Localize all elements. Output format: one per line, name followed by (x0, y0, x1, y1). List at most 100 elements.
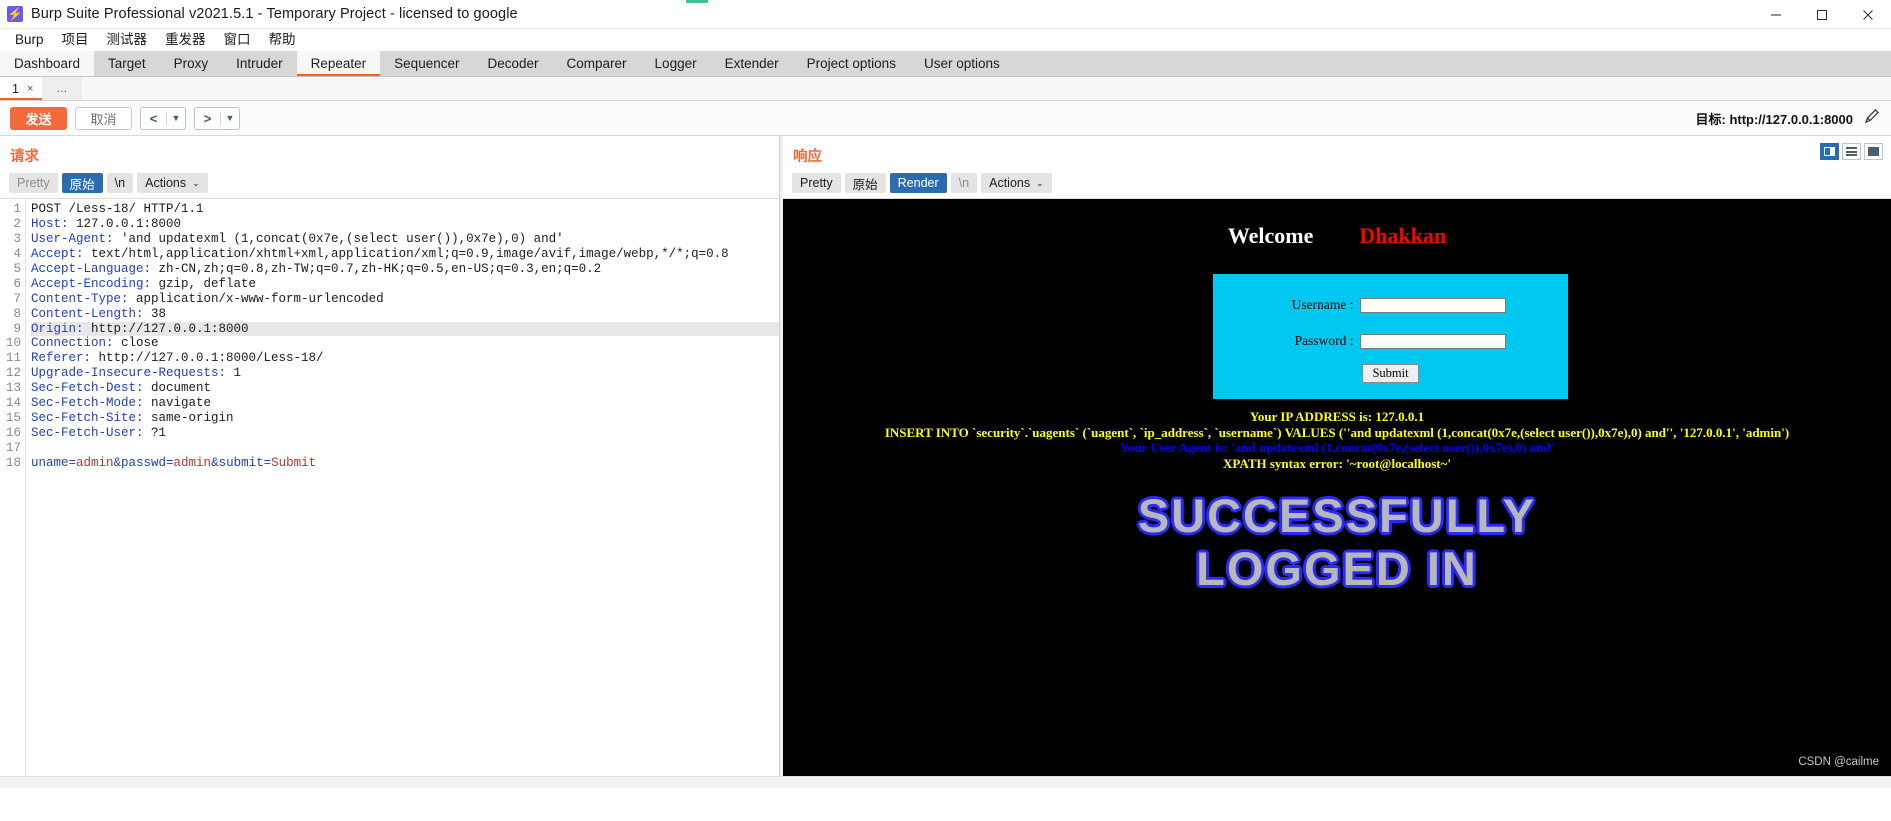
request-line[interactable]: Accept-Language: zh-CN,zh;q=0.8,zh-TW;q=… (31, 262, 779, 277)
previous-request-button[interactable]: < ▼ (140, 106, 186, 130)
tab-comparer[interactable]: Comparer (552, 51, 641, 76)
header-value: ?1 (143, 426, 167, 441)
header-value: 'and updatexml (1,concat(0x7e,(select us… (113, 231, 564, 246)
burp-logo-icon: ⚡ (7, 6, 23, 22)
sql-output-line: XPATH syntax error: '~root@localhost~' (1223, 455, 1451, 471)
tab-project-options[interactable]: Project options (792, 51, 910, 76)
request-line[interactable]: Sec-Fetch-Mode: navigate (31, 396, 779, 411)
request-code[interactable]: POST /Less-18/ HTTP/1.1 Host: 127.0.0.1:8… (26, 199, 779, 776)
welcome-username: Dhakkan (1359, 223, 1447, 248)
chevron-down-icon[interactable]: ▼ (167, 108, 185, 129)
response-raw-button[interactable]: 原始 (844, 173, 886, 193)
request-line[interactable]: Sec-Fetch-Site: same-origin (31, 411, 779, 426)
pencil-icon[interactable] (1863, 107, 1881, 130)
request-line[interactable]: User-Agent: 'and updatexml (1,concat(0x7… (31, 232, 779, 247)
tab-user-options[interactable]: User options (909, 51, 1014, 76)
request-line[interactable]: Referer: http://127.0.0.1:8000/Less-18/ (31, 351, 779, 366)
tab-sequencer[interactable]: Sequencer (380, 51, 474, 76)
maximize-button[interactable] (1799, 0, 1845, 29)
menu-item-help[interactable]: 帮助 (260, 29, 305, 51)
request-line[interactable] (31, 441, 779, 456)
body-token: uname= (31, 455, 77, 470)
request-line[interactable]: Accept-Encoding: gzip, deflate (31, 277, 779, 292)
request-editor[interactable]: 1 2 3 4 5 6 7 8 9 10 11 12 13 14 15 16 17 18 POST /Less-1… (0, 198, 779, 776)
split-horizontal-view-button[interactable] (1842, 143, 1861, 160)
submit-button[interactable]: Submit (1362, 364, 1419, 383)
menu-item-intruder[interactable]: 测试器 (98, 29, 157, 51)
request-line[interactable]: POST /Less-18/ HTTP/1.1 (31, 202, 779, 217)
request-line[interactable]: Sec-Fetch-Dest: document (31, 381, 779, 396)
request-actions-label: Actions (145, 176, 187, 190)
request-pretty-button[interactable]: Pretty (9, 173, 58, 193)
tab-logger[interactable]: Logger (640, 51, 711, 76)
tab-proxy[interactable]: Proxy (159, 51, 223, 76)
chevron-left-icon[interactable]: < (141, 108, 166, 129)
add-repeater-tab-button[interactable]: … (42, 77, 83, 100)
line-number: 6 (13, 276, 21, 291)
close-icon[interactable]: × (27, 83, 33, 95)
header-name: Sec-Fetch-User: (31, 426, 144, 441)
single-pane-view-button[interactable] (1864, 143, 1883, 160)
split-vertical-view-button[interactable] (1820, 143, 1839, 160)
response-newline-button[interactable]: \n (950, 173, 978, 193)
bottom-strip (0, 776, 1891, 788)
chevron-right-icon[interactable]: > (195, 108, 220, 129)
request-line[interactable]: Origin: http://127.0.0.1:8000 (31, 321, 779, 337)
password-label: Password : (1294, 333, 1354, 348)
header-name: Sec-Fetch-Mode: (31, 396, 144, 411)
target-label: 目标: http://127.0.0.1:8000 (1695, 111, 1854, 127)
tab-decoder[interactable]: Decoder (473, 51, 553, 76)
request-line[interactable]: Accept: text/html,application/xhtml+xml,… (31, 247, 779, 262)
request-line[interactable]: Host: 127.0.0.1:8000 (31, 217, 779, 232)
tab-intruder[interactable]: Intruder (222, 51, 297, 76)
line-number: 17 (5, 441, 21, 455)
send-button[interactable]: 发送 (10, 106, 67, 130)
tab-target[interactable]: Target (94, 51, 160, 76)
close-button[interactable] (1845, 0, 1891, 29)
body-token: Submit (271, 455, 317, 470)
line-number: 3 (13, 231, 21, 246)
menu-item-repeater[interactable]: 重发器 (156, 29, 215, 51)
body-token: &passwd= (113, 455, 174, 470)
request-line[interactable]: Sec-Fetch-User: ?1 (31, 426, 779, 441)
next-request-button[interactable]: > ▼ (194, 106, 240, 130)
request-actions-button[interactable]: Actions ⌄ (137, 173, 208, 193)
password-input[interactable] (1359, 333, 1506, 349)
rendered-response[interactable]: Welcome Dhakkan Username : Password : Su… (783, 198, 1891, 776)
tab-dashboard[interactable]: Dashboard (0, 51, 95, 76)
username-input[interactable] (1359, 297, 1506, 313)
request-line[interactable]: Content-Length: 38 (31, 307, 779, 322)
cancel-button[interactable]: 取消 (75, 106, 132, 130)
chevron-down-icon[interactable]: ▼ (221, 108, 239, 129)
line-number: 4 (13, 246, 21, 261)
request-raw-button[interactable]: 原始 (61, 173, 103, 193)
username-row: Username : (1213, 297, 1568, 313)
menu-item-burp[interactable]: Burp (6, 29, 53, 51)
response-actions-button[interactable]: Actions ⌄ (981, 173, 1052, 193)
response-view-segments: Pretty 原始 Render \n Actions ⌄ (783, 170, 1891, 198)
body-token: &submit= (211, 455, 272, 470)
password-row: Password : (1213, 333, 1568, 349)
request-line[interactable]: uname=admin&passwd=admin&submit=Submit (31, 456, 779, 471)
username-label: Username : (1291, 297, 1354, 312)
request-line[interactable]: Content-Type: application/x-www-form-url… (31, 292, 779, 307)
request-newline-button[interactable]: \n (106, 173, 134, 193)
menu-item-project[interactable]: 项目 (53, 29, 98, 51)
response-pretty-button[interactable]: Pretty (792, 173, 841, 193)
tab-repeater[interactable]: Repeater (296, 51, 381, 76)
watermark: CSDN @cailme (1798, 756, 1879, 768)
header-name: Content-Type: (31, 291, 129, 306)
repeater-tab-1[interactable]: 1 × (0, 77, 43, 100)
request-panel-title: 请求 (10, 149, 39, 165)
body-token: admin (173, 455, 212, 470)
tab-extender[interactable]: Extender (710, 51, 793, 76)
request-line[interactable]: Upgrade-Insecure-Requests: 1 (31, 366, 779, 381)
header-name: User-Agent: (31, 231, 114, 246)
menubar: Burp 项目 测试器 重发器 窗口 帮助 (0, 29, 1891, 51)
response-render-button[interactable]: Render (889, 173, 947, 193)
line-number: 2 (13, 216, 21, 231)
menu-item-window[interactable]: 窗口 (215, 29, 260, 51)
minimize-button[interactable] (1753, 0, 1799, 29)
request-line[interactable]: Connection: close (31, 336, 779, 351)
success-line-2: LOGGED IN (1196, 542, 1478, 595)
